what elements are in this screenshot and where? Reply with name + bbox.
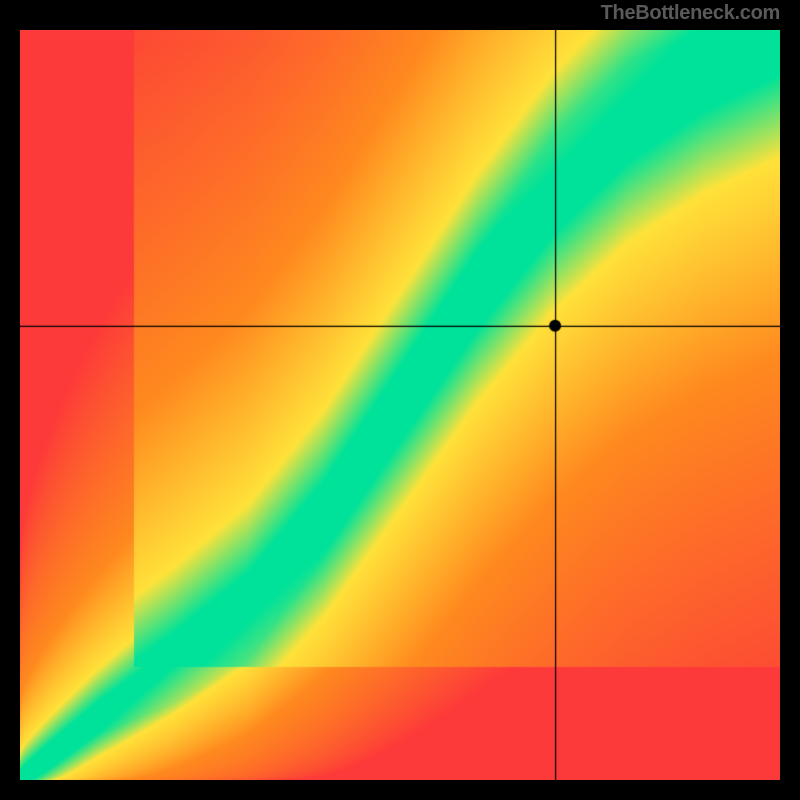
chart-container: TheBottleneck.com [0, 0, 800, 800]
watermark-text: TheBottleneck.com [601, 2, 780, 25]
heatmap-plot [20, 30, 780, 780]
heatmap-canvas [20, 30, 780, 780]
